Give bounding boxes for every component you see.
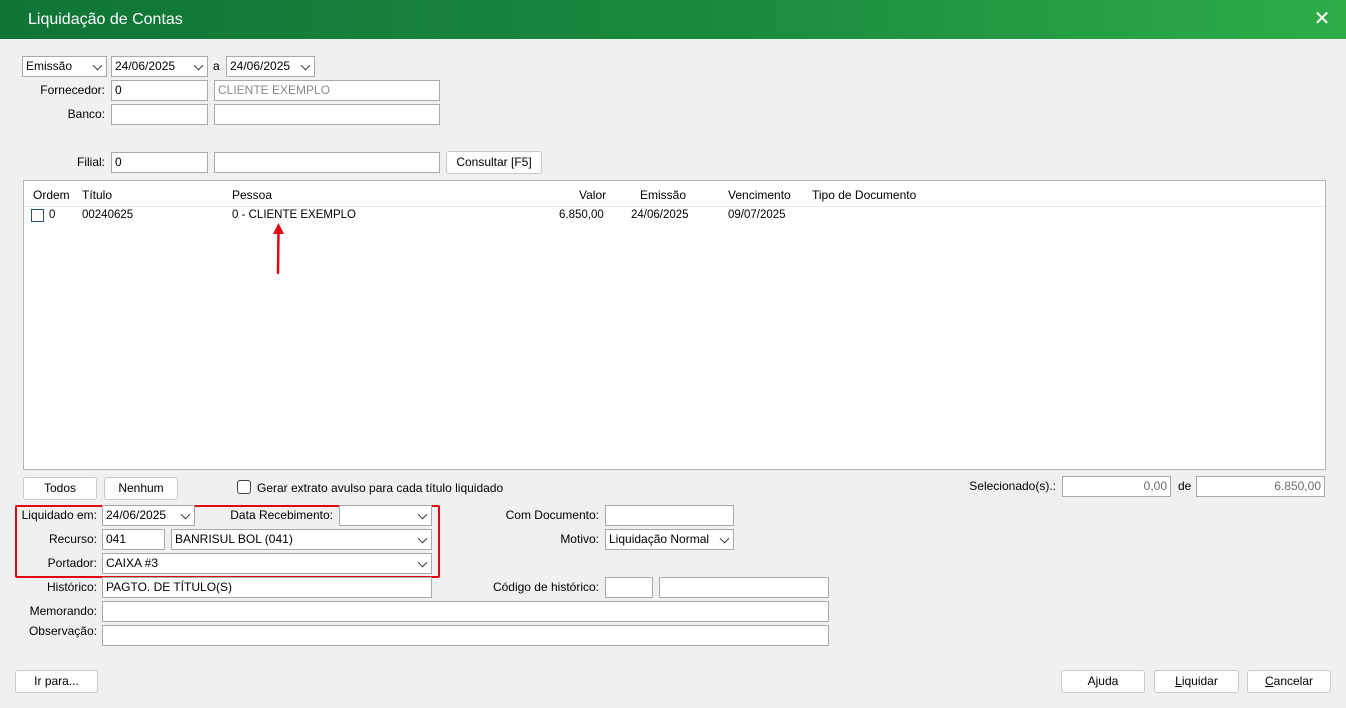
fornecedor-code-input[interactable]: 0 — [111, 80, 208, 101]
liquidado-date-value: 24/06/2025 — [106, 508, 167, 522]
motivo-label: Motivo: — [560, 532, 599, 546]
date-range-separator: a — [213, 59, 220, 73]
banco-label: Banco: — [67, 107, 105, 121]
com-documento-input[interactable] — [605, 505, 734, 526]
data-recebimento-picker[interactable] — [339, 505, 432, 526]
chevron-down-icon — [193, 60, 204, 71]
memorando-label: Memorando: — [29, 604, 97, 618]
select-all-button[interactable]: Todos — [23, 477, 97, 500]
extrato-label: Gerar extrato avulso para cada título li… — [257, 481, 504, 495]
recurso-select[interactable]: BANRISUL BOL (041) — [171, 529, 432, 550]
filial-code-input[interactable]: 0 — [111, 152, 208, 173]
chevron-down-icon — [417, 533, 428, 544]
row-checkbox[interactable] — [31, 209, 44, 222]
close-icon[interactable]: ✕ — [1310, 8, 1334, 32]
motivo-select[interactable]: Liquidação Normal — [605, 529, 734, 550]
date-to-value: 24/06/2025 — [230, 59, 291, 73]
chevron-down-icon — [300, 60, 311, 71]
liquidado-date-picker[interactable]: 24/06/2025 — [102, 505, 195, 526]
cell-ordem: 0 — [49, 209, 56, 221]
codigo-historico-label: Código de histórico: — [492, 580, 599, 594]
col-header-pessoa[interactable]: Pessoa — [232, 188, 272, 202]
titles-grid[interactable]: Ordem Título Pessoa Valor Emissão Vencim… — [23, 180, 1326, 470]
portador-select-value: CAIXA #3 — [106, 556, 159, 570]
date-from-value: 24/06/2025 — [115, 59, 176, 73]
chevron-down-icon — [719, 533, 730, 544]
consultar-button[interactable]: Consultar [F5] — [446, 151, 542, 174]
data-recebimento-label: Data Recebimento: — [230, 508, 333, 522]
cell-valor: 6.850,00 — [559, 209, 604, 221]
liquidar-label: iquidar — [1181, 674, 1218, 688]
chevron-down-icon — [92, 60, 103, 71]
banco-name-field — [214, 104, 440, 125]
date-from-picker[interactable]: 24/06/2025 — [111, 56, 208, 77]
selecionados-value: 0,00 — [1062, 476, 1171, 497]
chevron-down-icon — [417, 509, 428, 520]
ajuda-button[interactable]: Ajuda — [1061, 670, 1145, 693]
selecionados-label: Selecionado(s).: — [969, 479, 1056, 493]
de-label: de — [1178, 479, 1192, 493]
recurso-select-value: BANRISUL BOL (041) — [175, 532, 293, 546]
historico-label: Histórico: — [46, 580, 97, 594]
date-type-select[interactable]: Emissão — [22, 56, 107, 77]
recurso-label: Recurso: — [48, 532, 97, 546]
historico-input[interactable]: PAGTO. DE TÍTULO(S) — [102, 577, 432, 598]
cell-pessoa: 0 - CLIENTE EXEMPLO — [232, 209, 356, 221]
observacao-label: Observação: — [28, 624, 97, 638]
total-value: 6.850,00 — [1196, 476, 1325, 497]
filial-name-field — [214, 152, 440, 173]
portador-label: Portador: — [47, 556, 97, 570]
select-none-button[interactable]: Nenhum — [104, 477, 178, 500]
annotation-arrow-icon — [273, 223, 284, 275]
cancelar-button[interactable]: Cancelar — [1247, 670, 1331, 693]
memorando-input[interactable] — [102, 601, 829, 622]
chevron-down-icon — [180, 509, 191, 520]
fornecedor-label: Fornecedor: — [40, 83, 105, 97]
col-header-emissao[interactable]: Emissão — [640, 188, 686, 202]
portador-select[interactable]: CAIXA #3 — [102, 553, 432, 574]
table-row[interactable]: 0 00240625 0 - CLIENTE EXEMPLO 6.850,00 … — [24, 205, 1325, 227]
liquidado-label: Liquidado em: — [21, 508, 97, 522]
date-to-picker[interactable]: 24/06/2025 — [226, 56, 315, 77]
recurso-code-input[interactable]: 041 — [102, 529, 165, 550]
filial-label: Filial: — [76, 155, 105, 169]
liquidar-button[interactable]: Liquidar — [1154, 670, 1239, 693]
col-header-titulo[interactable]: Título — [82, 188, 112, 202]
motivo-select-value: Liquidação Normal — [609, 532, 710, 546]
col-header-vencimento[interactable]: Vencimento — [728, 188, 791, 202]
col-header-valor[interactable]: Valor — [579, 188, 606, 202]
chevron-down-icon — [417, 557, 428, 568]
col-header-ordem[interactable]: Ordem — [33, 188, 70, 202]
cancelar-label: ancelar — [1273, 674, 1314, 688]
date-type-value: Emissão — [26, 59, 73, 73]
cancelar-accelerator: C — [1264, 674, 1274, 688]
col-header-tipo-documento[interactable]: Tipo de Documento — [812, 188, 916, 202]
ir-para-button[interactable]: Ir para... — [15, 670, 98, 693]
cell-emissao: 24/06/2025 — [631, 209, 689, 221]
cell-vencimento: 09/07/2025 — [728, 209, 786, 221]
fornecedor-name-field: CLIENTE EXEMPLO — [214, 80, 440, 101]
codigo-historico-input[interactable] — [605, 577, 653, 598]
com-documento-label: Com Documento: — [505, 508, 599, 522]
liquidar-accelerator: L — [1175, 674, 1182, 688]
cell-titulo: 00240625 — [82, 209, 134, 221]
window-title: Liquidação de Contas — [28, 11, 183, 28]
title-bar: Liquidação de Contas ✕ — [0, 0, 1346, 39]
extrato-checkbox[interactable] — [237, 480, 251, 494]
codigo-historico-desc — [659, 577, 829, 598]
banco-code-input[interactable] — [111, 104, 208, 125]
observacao-input[interactable] — [102, 625, 829, 646]
